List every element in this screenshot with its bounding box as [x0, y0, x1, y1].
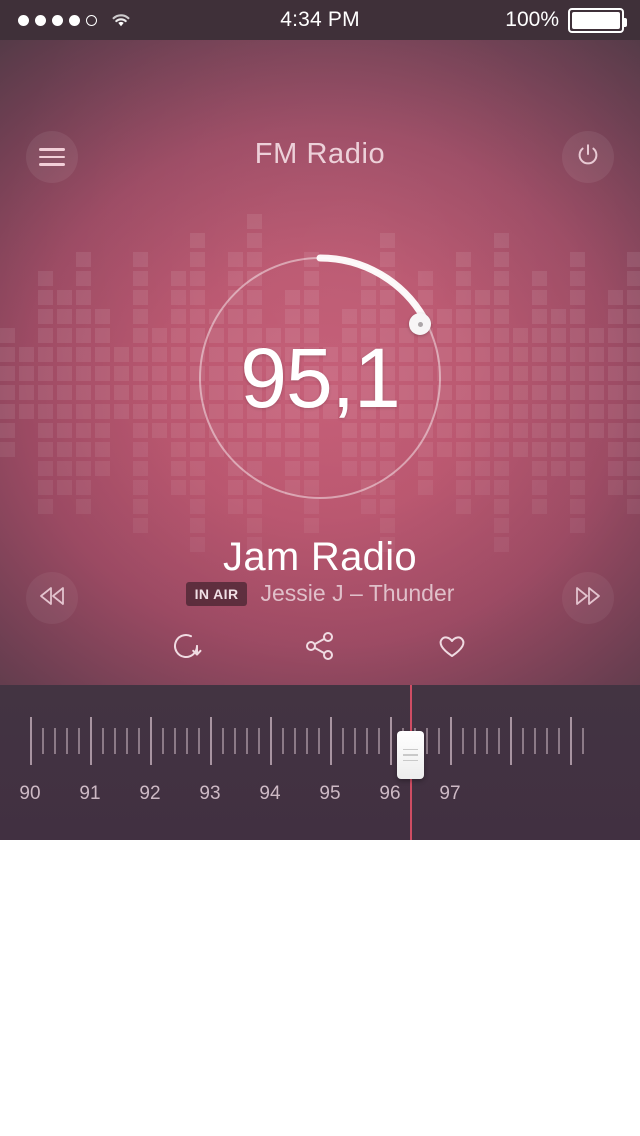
recommendations-section: You May Also Like Yes! FMHit FMRadio Tra… [0, 840, 640, 1136]
next-station-button[interactable] [562, 572, 614, 624]
refresh-icon[interactable] [167, 625, 209, 667]
fm-radio-app: 4:34 PM 100% FM Radio 95,1 Jam Radio IN … [0, 0, 640, 1136]
status-bar-right: 100% [505, 0, 627, 40]
heart-icon[interactable] [431, 625, 473, 667]
rewind-icon [37, 585, 67, 612]
station-name: Jam Radio [223, 535, 417, 579]
station-meta: IN AIR Jessie J – Thunder [0, 580, 640, 607]
power-icon [574, 141, 602, 174]
battery-nub [623, 17, 627, 27]
app-header: FM Radio [0, 40, 640, 183]
tuner-scale[interactable]: 90 91 92 93 94 95 96 97 [0, 685, 640, 840]
dial-knob[interactable] [409, 313, 431, 335]
share-icon[interactable] [299, 625, 341, 667]
tuner-handle[interactable] [397, 731, 424, 779]
status-badge: IN AIR [185, 581, 248, 606]
battery-fill [572, 11, 620, 29]
power-button[interactable] [562, 131, 614, 183]
frequency-dial[interactable]: 95,1 [199, 254, 441, 499]
frequency-value: 95,1 [240, 330, 401, 425]
player-hero: FM Radio 95,1 Jam Radio IN AIR Jessie J … [0, 40, 640, 685]
page-title: FM Radio [254, 138, 386, 170]
battery-full-icon [568, 7, 627, 33]
battery-percentage: 100% [505, 8, 559, 31]
now-playing-track: Jessie J – Thunder [260, 580, 455, 606]
player-actions [0, 625, 640, 667]
status-bar: 4:34 PM 100% [0, 0, 640, 40]
fast-forward-icon [573, 585, 603, 612]
previous-station-button[interactable] [26, 572, 78, 624]
